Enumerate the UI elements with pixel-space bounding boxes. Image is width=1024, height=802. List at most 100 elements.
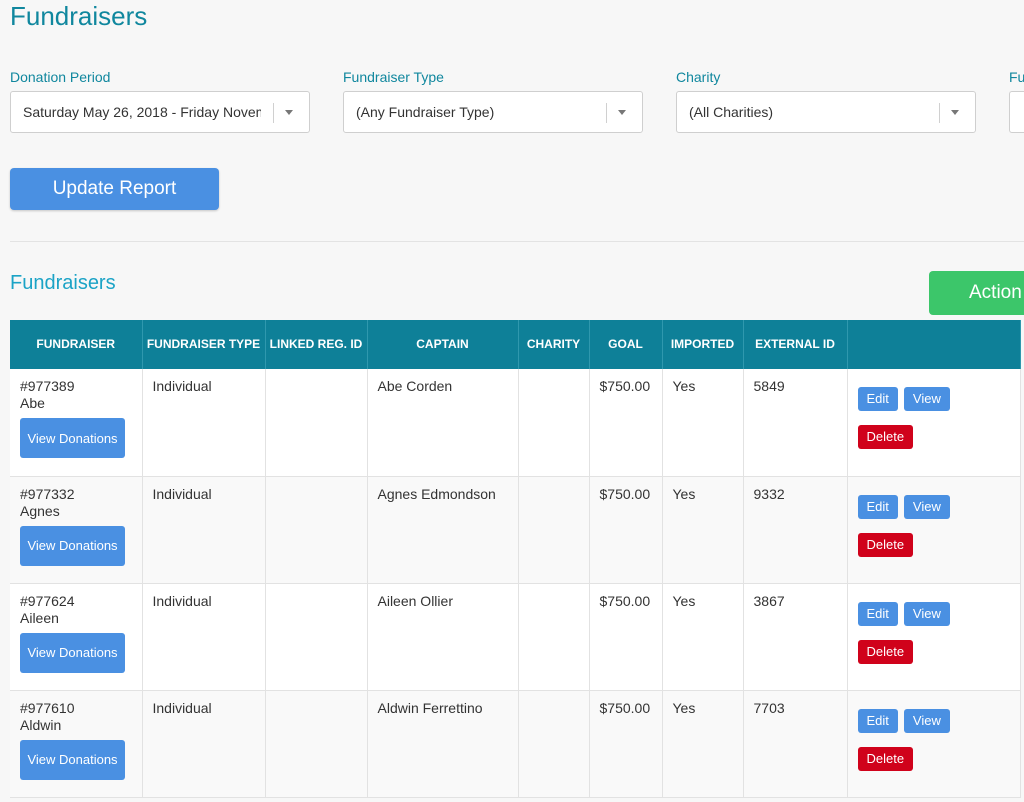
cell-actions: Edit View Delete [847, 583, 1021, 691]
table-row: #977332 Agnes View Donations Individual … [10, 476, 1021, 584]
cell-fundraiser: #977610 Aldwin View Donations [10, 690, 143, 798]
table-row: #977624 Aileen View Donations Individual… [10, 583, 1021, 691]
column-header-actions [847, 320, 1021, 369]
filter-fourth: Fu [1009, 68, 1024, 133]
select-separator [939, 103, 940, 123]
cell-external-id: 7703 [743, 690, 848, 798]
actions-button[interactable]: Action [929, 271, 1024, 315]
fundraiser-type-select[interactable]: (Any Fundraiser Type) [343, 91, 643, 133]
donation-period-value: Saturday May 26, 2018 - Friday Novem [23, 104, 261, 120]
delete-button[interactable]: Delete [857, 532, 914, 557]
cell-charity [518, 690, 590, 798]
cell-fundraiser: #977624 Aileen View Donations [10, 583, 143, 691]
cell-external-id: 3867 [743, 583, 848, 691]
cell-imported: Yes [662, 690, 744, 798]
cell-charity [518, 583, 590, 691]
fundraisers-table: FUNDRAISER FUNDRAISER TYPE LINKED REG. I… [10, 320, 1021, 798]
fourth-select[interactable] [1009, 91, 1024, 133]
fundraiser-name: Abe [20, 395, 45, 411]
column-header-external-id[interactable]: EXTERNAL ID [743, 320, 848, 369]
fundraiser-id: #977624 [20, 592, 75, 609]
cell-goal: $750.00 [589, 583, 663, 691]
cell-actions: Edit View Delete [847, 476, 1021, 584]
cell-charity [518, 369, 590, 477]
filter-donation-period: Donation Period Saturday May 26, 2018 - … [10, 68, 310, 133]
cell-captain: Aileen Ollier [367, 583, 519, 691]
view-button[interactable]: View [903, 494, 950, 519]
edit-button[interactable]: Edit [857, 387, 898, 411]
filter-label-fundraiser-type: Fundraiser Type [343, 69, 444, 85]
cell-type: Individual [142, 476, 266, 584]
cell-goal: $750.00 [589, 690, 663, 798]
chevron-down-icon[interactable] [618, 110, 626, 115]
cell-external-id: 5849 [743, 369, 848, 477]
cell-linked-reg-id [265, 476, 368, 584]
column-header-fundraiser-type[interactable]: FUNDRAISER TYPE [142, 320, 266, 369]
fundraiser-name: Aldwin [20, 716, 62, 733]
cell-external-id: 9332 [743, 476, 848, 584]
view-button[interactable]: View [903, 387, 950, 411]
chevron-down-icon[interactable] [951, 110, 959, 115]
column-header-captain[interactable]: CAPTAIN [367, 320, 519, 369]
cell-captain: Agnes Edmondson [367, 476, 519, 584]
column-header-fundraiser[interactable]: FUNDRAISER [10, 320, 143, 369]
delete-button[interactable]: Delete [857, 639, 914, 664]
delete-button[interactable]: Delete [857, 746, 914, 771]
table-row: #977389 Abe View Donations Individual Ab… [10, 369, 1021, 477]
fundraiser-name: Agnes [20, 502, 60, 519]
charity-select[interactable]: (All Charities) [676, 91, 976, 133]
page-title: Fundraisers [10, 1, 148, 31]
cell-actions: Edit View Delete [847, 369, 1021, 477]
cell-charity [518, 476, 590, 584]
filter-fundraiser-type: Fundraiser Type (Any Fundraiser Type) [343, 68, 643, 133]
cell-captain: Aldwin Ferrettino [367, 690, 519, 798]
chevron-down-icon[interactable] [285, 110, 293, 115]
cell-type: Individual [142, 369, 266, 477]
view-donations-button[interactable]: View Donations [20, 418, 125, 458]
column-header-charity[interactable]: CHARITY [518, 320, 590, 369]
fundraiser-id: #977610 [20, 699, 75, 716]
cell-linked-reg-id [265, 690, 368, 798]
table-header-row: FUNDRAISER FUNDRAISER TYPE LINKED REG. I… [10, 320, 1021, 369]
view-donations-button[interactable]: View Donations [20, 739, 125, 780]
fundraiser-type-value: (Any Fundraiser Type) [356, 104, 495, 120]
view-donations-button[interactable]: View Donations [20, 632, 125, 673]
column-header-goal[interactable]: GOAL [589, 320, 663, 369]
cell-linked-reg-id [265, 369, 368, 477]
cell-imported: Yes [662, 369, 744, 477]
fundraiser-name: Aileen [20, 609, 59, 626]
cell-type: Individual [142, 583, 266, 691]
table-row: #977610 Aldwin View Donations Individual… [10, 690, 1021, 798]
edit-button[interactable]: Edit [857, 494, 898, 519]
fundraiser-id: #977332 [20, 485, 75, 502]
filter-label-charity: Charity [676, 69, 721, 85]
cell-fundraiser: #977389 Abe View Donations [10, 369, 143, 477]
update-report-button[interactable]: Update Report [10, 168, 219, 210]
select-separator [273, 103, 274, 123]
view-button[interactable]: View [903, 601, 950, 626]
cell-actions: Edit View Delete [847, 690, 1021, 798]
cell-imported: Yes [662, 583, 744, 691]
select-separator [606, 103, 607, 123]
cell-linked-reg-id [265, 583, 368, 691]
cell-goal: $750.00 [589, 476, 663, 584]
view-donations-button[interactable]: View Donations [20, 525, 125, 566]
cell-type: Individual [142, 690, 266, 798]
column-header-linked-reg-id[interactable]: LINKED REG. ID [265, 320, 368, 369]
delete-button[interactable]: Delete [857, 425, 914, 449]
section-divider [10, 241, 1024, 242]
view-button[interactable]: View [903, 708, 950, 733]
cell-fundraiser: #977332 Agnes View Donations [10, 476, 143, 584]
section-title: Fundraisers [10, 272, 116, 294]
filter-label-fourth: Fu [1009, 69, 1024, 85]
filter-label-donation-period: Donation Period [10, 69, 111, 85]
filter-charity: Charity (All Charities) [676, 68, 976, 133]
edit-button[interactable]: Edit [857, 601, 898, 626]
fundraiser-id: #977389 [20, 378, 75, 394]
cell-captain: Abe Corden [367, 369, 519, 477]
charity-value: (All Charities) [689, 104, 774, 120]
edit-button[interactable]: Edit [857, 708, 898, 733]
donation-period-select[interactable]: Saturday May 26, 2018 - Friday Novem [10, 91, 310, 133]
cell-imported: Yes [662, 476, 744, 584]
column-header-imported[interactable]: IMPORTED [662, 320, 744, 369]
